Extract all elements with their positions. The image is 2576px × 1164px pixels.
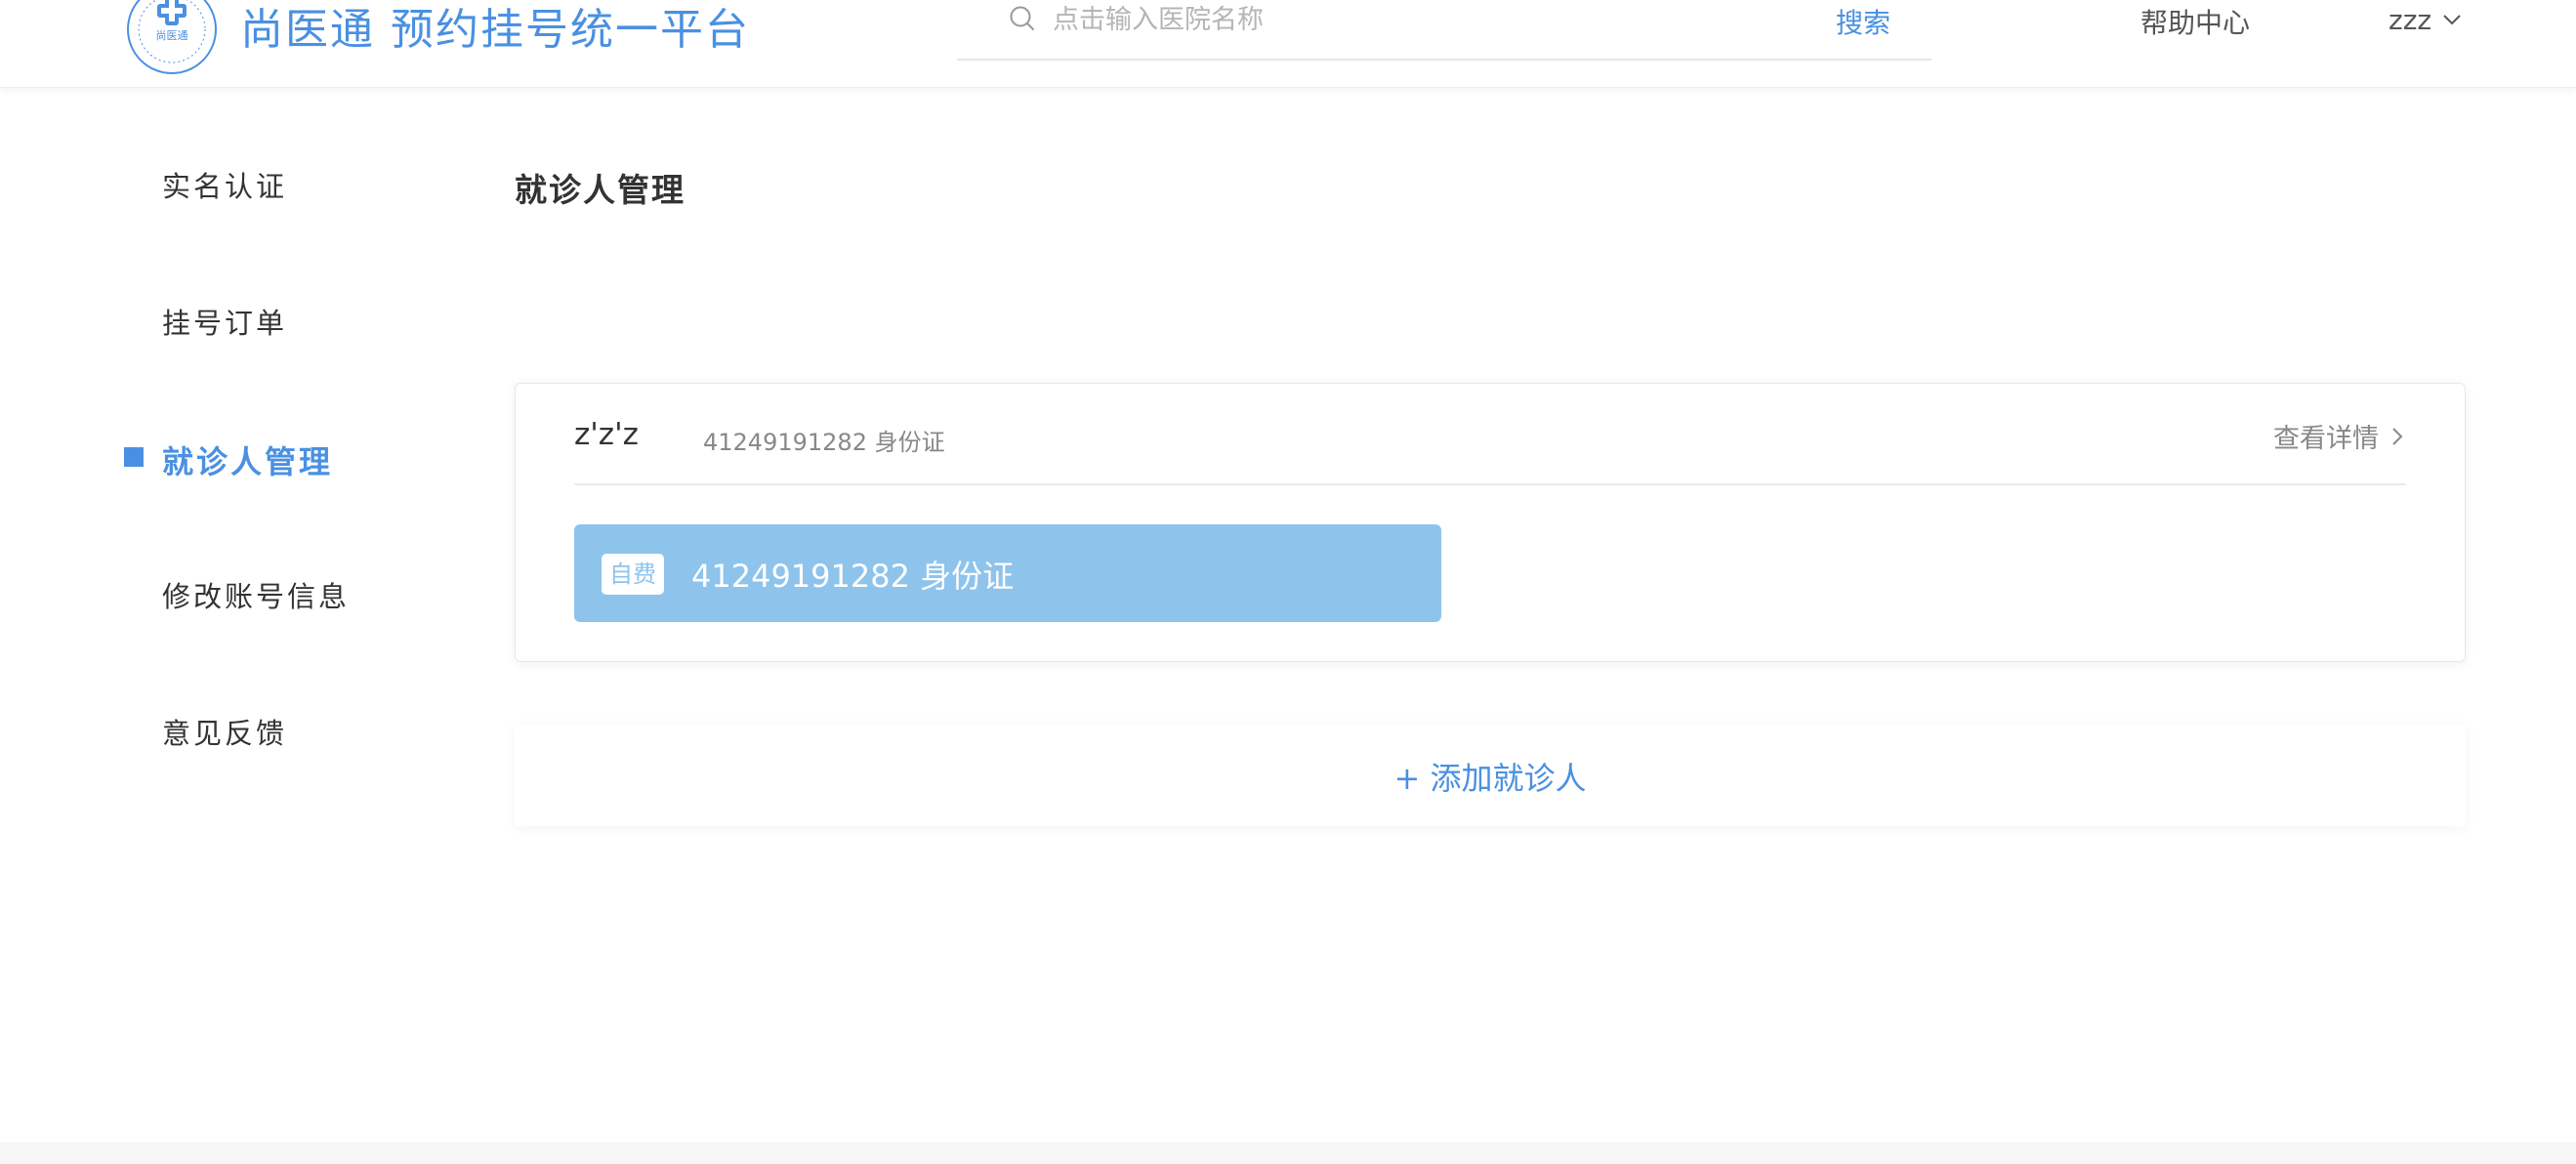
chevron-down-icon: [2443, 15, 2461, 25]
sidebar-item-real-name-auth[interactable]: 实名认证: [162, 164, 287, 205]
help-center-link[interactable]: 帮助中心: [2140, 2, 2250, 41]
active-indicator: [124, 447, 144, 467]
page-title: 就诊人管理: [515, 171, 686, 209]
insurance-id-text: 41249191282 身份证: [691, 558, 1015, 595]
patient-id: 41249191282 身份证: [703, 429, 945, 456]
view-details-link[interactable]: 查看详情: [2273, 417, 2406, 455]
search-input[interactable]: [1051, 0, 1793, 39]
top-header: 尚医通 尚医通 预约挂号统一平台 搜索 帮助中心 zzz: [0, 0, 2576, 88]
chevron-right-icon: [2392, 427, 2403, 445]
payment-type-badge: 自费: [602, 554, 664, 595]
add-patient-label: + 添加就诊人: [1393, 760, 1587, 797]
view-details-label: 查看详情: [2273, 424, 2379, 454]
user-menu[interactable]: zzz: [2389, 0, 2463, 39]
search-bar: [957, 0, 1932, 61]
search-icon: [1010, 6, 1034, 30]
patient-name: z'z'z: [574, 417, 639, 452]
patient-card: z'z'z 41249191282 身份证 查看详情 自费 4124919128…: [515, 383, 2466, 662]
sidebar-item-patient-management[interactable]: 就诊人管理: [162, 437, 333, 482]
add-patient-button[interactable]: + 添加就诊人: [515, 725, 2466, 826]
search-button[interactable]: 搜索: [1836, 2, 1890, 41]
patient-card-header: z'z'z 41249191282 身份证 查看详情: [574, 384, 2406, 485]
sidebar-item-account-info[interactable]: 修改账号信息: [162, 574, 350, 615]
site-title[interactable]: 尚医通 预约挂号统一平台: [240, 0, 750, 57]
sidebar-item-feedback[interactable]: 意见反馈: [162, 711, 287, 752]
logo-icon[interactable]: 尚医通: [125, 0, 219, 76]
insurance-card[interactable]: 自费 41249191282 身份证: [574, 524, 1441, 622]
svg-text:尚医通: 尚医通: [156, 28, 188, 42]
sidebar-item-orders[interactable]: 挂号订单: [162, 301, 287, 342]
user-name: zzz: [2389, 3, 2432, 36]
footer: [0, 1143, 2576, 1164]
